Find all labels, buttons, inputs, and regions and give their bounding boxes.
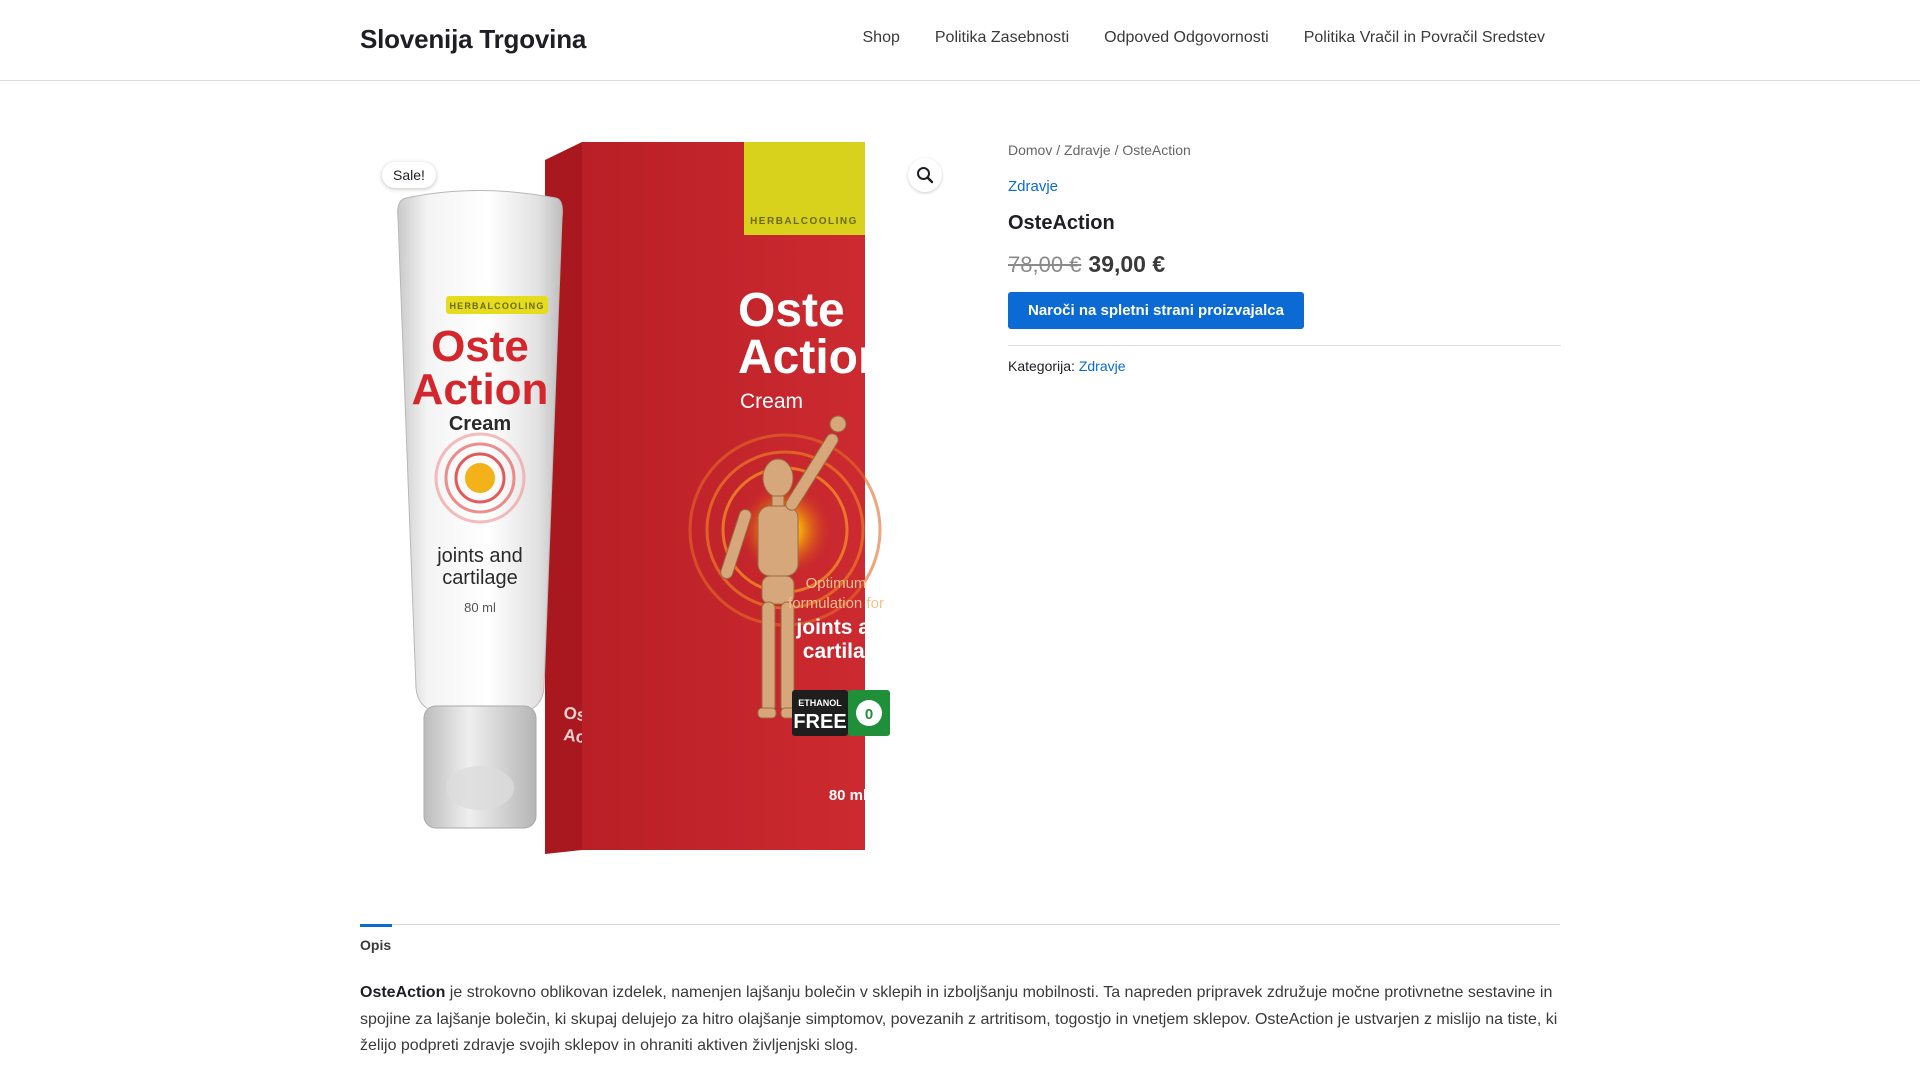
magnifier-icon (917, 167, 934, 184)
order-button[interactable]: Naroči na spletni strani proizvajalca (1008, 292, 1304, 329)
tube-body (397, 190, 563, 713)
product-gallery[interactable]: Oste Action HERBALCOOLING Oste Action Cr… (360, 128, 946, 874)
box-tagline-line2: formulation for (788, 595, 884, 612)
summary-divider (1008, 345, 1561, 346)
zoom-button[interactable] (908, 158, 942, 192)
product-summary: Domov / Zdravje / OsteAction Zdravje Ost… (1008, 142, 1561, 374)
box-desc-line2: cartilage (803, 640, 889, 663)
sale-badge: Sale! (382, 162, 436, 188)
badge-line1: ETHANOL (798, 698, 842, 708)
nav-item-privacy-policy[interactable]: Politika Zasebnosti (935, 29, 1069, 47)
box-front (582, 142, 865, 850)
tube-volume: 80 ml (464, 600, 496, 615)
breadcrumb[interactable]: Domov / Zdravje / OsteAction (1008, 142, 1561, 158)
box-volume: 80 ml (829, 787, 867, 804)
box-name-line2: Action (738, 331, 887, 384)
tab-active-indicator (360, 924, 392, 927)
tube-name-line1: Oste (431, 322, 529, 371)
meta-category-link[interactable]: Zdravje (1079, 358, 1126, 374)
ethanol-free-badge: ETHANOL FREE 0 (792, 690, 890, 736)
tabs-bar (360, 924, 1560, 925)
product-image[interactable]: Oste Action HERBALCOOLING Oste Action Cr… (360, 128, 946, 874)
site-header: Slovenija Trgovina Shop Politika Zasebno… (0, 0, 1920, 81)
box-name-line1: Oste (738, 284, 845, 337)
tab-description[interactable]: Opis (360, 937, 391, 953)
box-brand-label: HERBALCOOLING (750, 216, 858, 227)
meta-label: Kategorija: (1008, 358, 1075, 374)
product-description: OsteAction je strokovno oblikovan izdele… (360, 980, 1560, 1060)
box-desc-line1: joints and (795, 616, 895, 639)
site-title[interactable]: Slovenija Trgovina (360, 24, 586, 55)
product-title: OsteAction (1008, 212, 1115, 234)
nav-item-shop[interactable]: Shop (863, 29, 900, 47)
tube-brand-label: HERBALCOOLING (449, 301, 544, 311)
category-link[interactable]: Zdravje (1008, 178, 1058, 195)
nav-item-refund-policy[interactable]: Politika Vračil in Povračil Sredstev (1304, 29, 1545, 47)
description-lead: OsteAction (360, 984, 446, 1001)
price-sale: 39,00 € (1088, 251, 1166, 277)
tube-desc-line2: cartilage (442, 567, 518, 589)
tube-name-line2: Action (412, 365, 549, 414)
badge-line2: FREE (793, 711, 846, 733)
tube-type-label: Cream (449, 413, 511, 435)
price-original: 78,00 € (1008, 252, 1082, 277)
main-nav: Shop Politika Zasebnosti Odpoved Odgovor… (863, 29, 1546, 47)
description-body: je strokovno oblikovan izdelek, namenjen… (360, 984, 1558, 1054)
box-type-label: Cream (740, 390, 803, 413)
product-meta: Kategorija: Zdravje (1008, 358, 1561, 374)
nav-item-disclaimer[interactable]: Odpoved Odgovornosti (1104, 29, 1269, 47)
tube-desc-line1: joints and (436, 545, 523, 567)
price: 78,00 € 39,00 € (1008, 251, 1561, 278)
badge-number: 0 (865, 706, 873, 723)
box-tagline-line1: Optimum (806, 575, 867, 592)
